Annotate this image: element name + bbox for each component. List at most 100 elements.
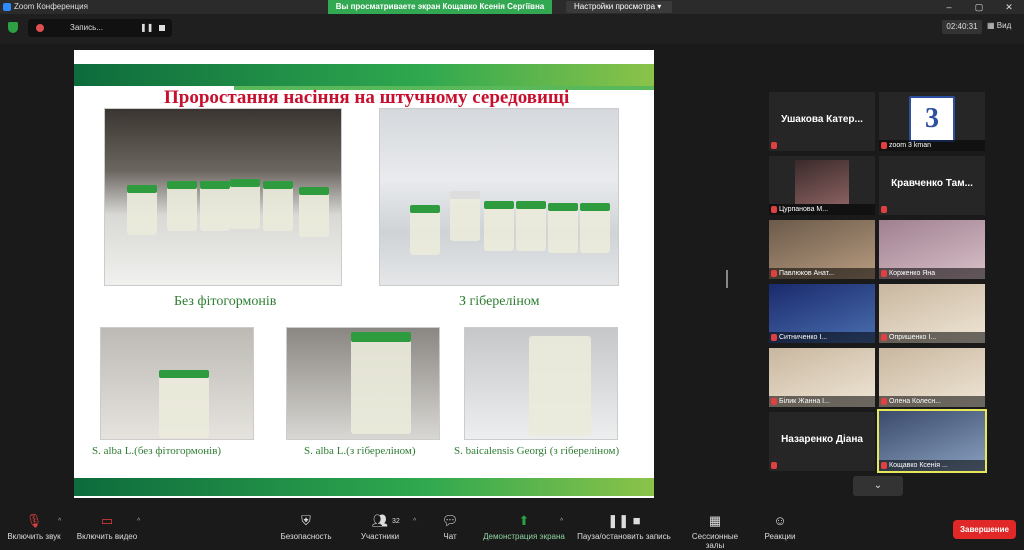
zoom-app-icon xyxy=(3,3,11,11)
jar xyxy=(410,209,440,255)
photo-s-alba-gibberellin xyxy=(286,327,440,440)
photo-jars-no-hormones xyxy=(104,108,342,286)
unmute-button[interactable]: 🎙︎ Включить звук xyxy=(6,514,62,542)
share-screen-button[interactable]: ⬆ Демонстрация экрана xyxy=(480,513,568,542)
jar-lid xyxy=(351,332,411,342)
participant-tile[interactable]: Павлюков Анат... xyxy=(769,220,875,279)
chat-button[interactable]: 💬︎ Чат xyxy=(436,513,464,542)
jar xyxy=(516,205,546,251)
participants-options-caret[interactable]: ^ xyxy=(413,518,416,525)
muted-mic-icon xyxy=(881,206,887,213)
participant-name: Опришенко І... xyxy=(879,332,985,343)
participant-tile[interactable]: Ситниченко І... xyxy=(769,284,875,343)
reactions-label: Реакции xyxy=(764,532,796,541)
chat-label: Чат xyxy=(443,532,457,541)
jar-lid xyxy=(167,181,197,189)
caption-s-alba-gibberellin: S. alba L.(з гібереліном) xyxy=(304,445,416,457)
share-banner: Вы просматриваете экран Кощавко Ксенія С… xyxy=(328,0,552,14)
audio-options-caret[interactable]: ^ xyxy=(58,518,61,525)
jar-lid xyxy=(263,181,293,189)
participant-tile[interactable]: 3 zoom 3 kman xyxy=(879,92,985,151)
app-title: Zoom Конференция xyxy=(14,2,88,11)
maximize-button[interactable]: ▢ xyxy=(964,0,994,14)
caption-no-hormones: Без фітогормонів xyxy=(174,294,277,309)
muted-mic-icon xyxy=(771,206,777,213)
jar xyxy=(580,207,610,253)
photo-s-baicalensis-gibberellin xyxy=(464,327,618,440)
muted-mic-icon xyxy=(771,462,777,469)
jar-lid xyxy=(450,191,480,199)
share-screen-icon: ⬆ xyxy=(518,513,530,528)
photo-jars-gibberellin xyxy=(379,108,619,286)
jar xyxy=(529,336,591,436)
muted-mic-icon xyxy=(881,142,887,149)
jar-lid xyxy=(484,201,514,209)
jar-lid xyxy=(230,179,260,187)
school-logo: 3 xyxy=(909,96,955,142)
jar xyxy=(484,205,514,251)
jar-lid xyxy=(516,201,546,209)
chevron-down-icon: ⌄ xyxy=(873,480,883,491)
stop-icon[interactable] xyxy=(159,25,165,31)
close-button[interactable]: ✕ xyxy=(994,0,1024,14)
jar-lid xyxy=(299,187,329,195)
jar-lid xyxy=(410,205,440,213)
record-dot-icon xyxy=(36,24,44,32)
participant-name: Корженко Яна xyxy=(879,268,985,279)
participant-tile[interactable]: Кравченко Там... xyxy=(879,156,985,215)
security-button[interactable]: ⛨ Безопасность xyxy=(278,513,334,542)
pause-stop-icon: ❚❚ ■ xyxy=(607,513,641,528)
participant-tile[interactable]: Цурпанова М... xyxy=(769,156,875,215)
participant-name: zoom 3 kman xyxy=(879,140,985,151)
jar xyxy=(167,185,197,231)
self-view-tile[interactable]: Кощавко Ксенія ... xyxy=(877,409,987,473)
jar xyxy=(200,185,230,231)
participant-name: Олена Колесн... xyxy=(879,396,985,407)
start-video-label: Включить видео xyxy=(76,532,138,541)
security-label: Безопасность xyxy=(280,532,332,541)
view-options-button[interactable]: Настройки просмотра ▾ xyxy=(566,1,672,13)
start-video-button[interactable]: ▭ Включить видео xyxy=(76,513,138,542)
share-options-caret[interactable]: ^ xyxy=(560,518,563,525)
end-meeting-button[interactable]: Завершение xyxy=(953,520,1016,539)
recording-indicator: Запись... ❚❚ xyxy=(28,19,172,37)
view-button[interactable]: ▦ Вид xyxy=(987,21,1011,30)
muted-mic-icon xyxy=(881,334,887,341)
breakout-rooms-button[interactable]: ▦ Сессионные залы xyxy=(682,514,748,550)
muted-mic-icon xyxy=(771,398,777,405)
muted-mic-icon xyxy=(771,334,777,341)
participant-tile[interactable]: Опришенко І... xyxy=(879,284,985,343)
muted-mic-icon xyxy=(881,270,887,277)
jar-lid xyxy=(127,185,157,193)
photo-s-alba-no-hormones xyxy=(100,327,254,440)
reactions-button[interactable]: ☺ Реакции xyxy=(762,514,798,542)
panel-resize-handle[interactable] xyxy=(726,270,728,288)
meeting-toolbar: 🎙︎ Включить звук ^ ▭ Включить видео ^ ⛨ … xyxy=(0,510,1024,550)
pause-icon[interactable]: ❚❚ xyxy=(140,23,153,32)
muted-mic-icon xyxy=(881,462,887,469)
video-options-caret[interactable]: ^ xyxy=(137,518,140,525)
participant-tile[interactable]: Білик Жанна І... xyxy=(769,348,875,407)
chat-icon: 💬︎ xyxy=(441,513,459,528)
participants-label: Участники xyxy=(360,532,400,541)
participant-tile[interactable]: Олена Колесн... xyxy=(879,348,985,407)
pause-stop-recording-button[interactable]: ❚❚ ■ Пауза/остановить запись xyxy=(576,513,672,542)
muted-mic-icon xyxy=(881,398,887,405)
participant-name-large: Кравченко Там... xyxy=(891,178,973,189)
video-off-icon: ▭ xyxy=(100,513,114,528)
jar-lid xyxy=(580,203,610,211)
shield-icon[interactable] xyxy=(8,22,18,33)
pause-stop-label: Пауза/остановить запись xyxy=(577,532,671,541)
muted-mic-icon xyxy=(771,270,777,277)
caption-s-alba-no-hormones: S. alba L.(без фітогормонів) xyxy=(92,445,222,457)
shield-icon: ⛨ xyxy=(301,513,311,528)
participant-tile[interactable]: Корженко Яна xyxy=(879,220,985,279)
muted-mic-icon xyxy=(771,142,777,149)
participant-tile[interactable]: Ушакова Катер... xyxy=(769,92,875,151)
grid-icon: ▦ xyxy=(987,21,997,30)
share-screen-label: Демонстрация экрана xyxy=(483,532,565,541)
slide-stripe-top xyxy=(74,64,654,86)
participant-tile[interactable]: Назаренко Діана xyxy=(769,412,875,471)
gallery-scroll-down-button[interactable]: ⌄ xyxy=(853,476,903,496)
minimize-button[interactable]: – xyxy=(934,0,964,14)
